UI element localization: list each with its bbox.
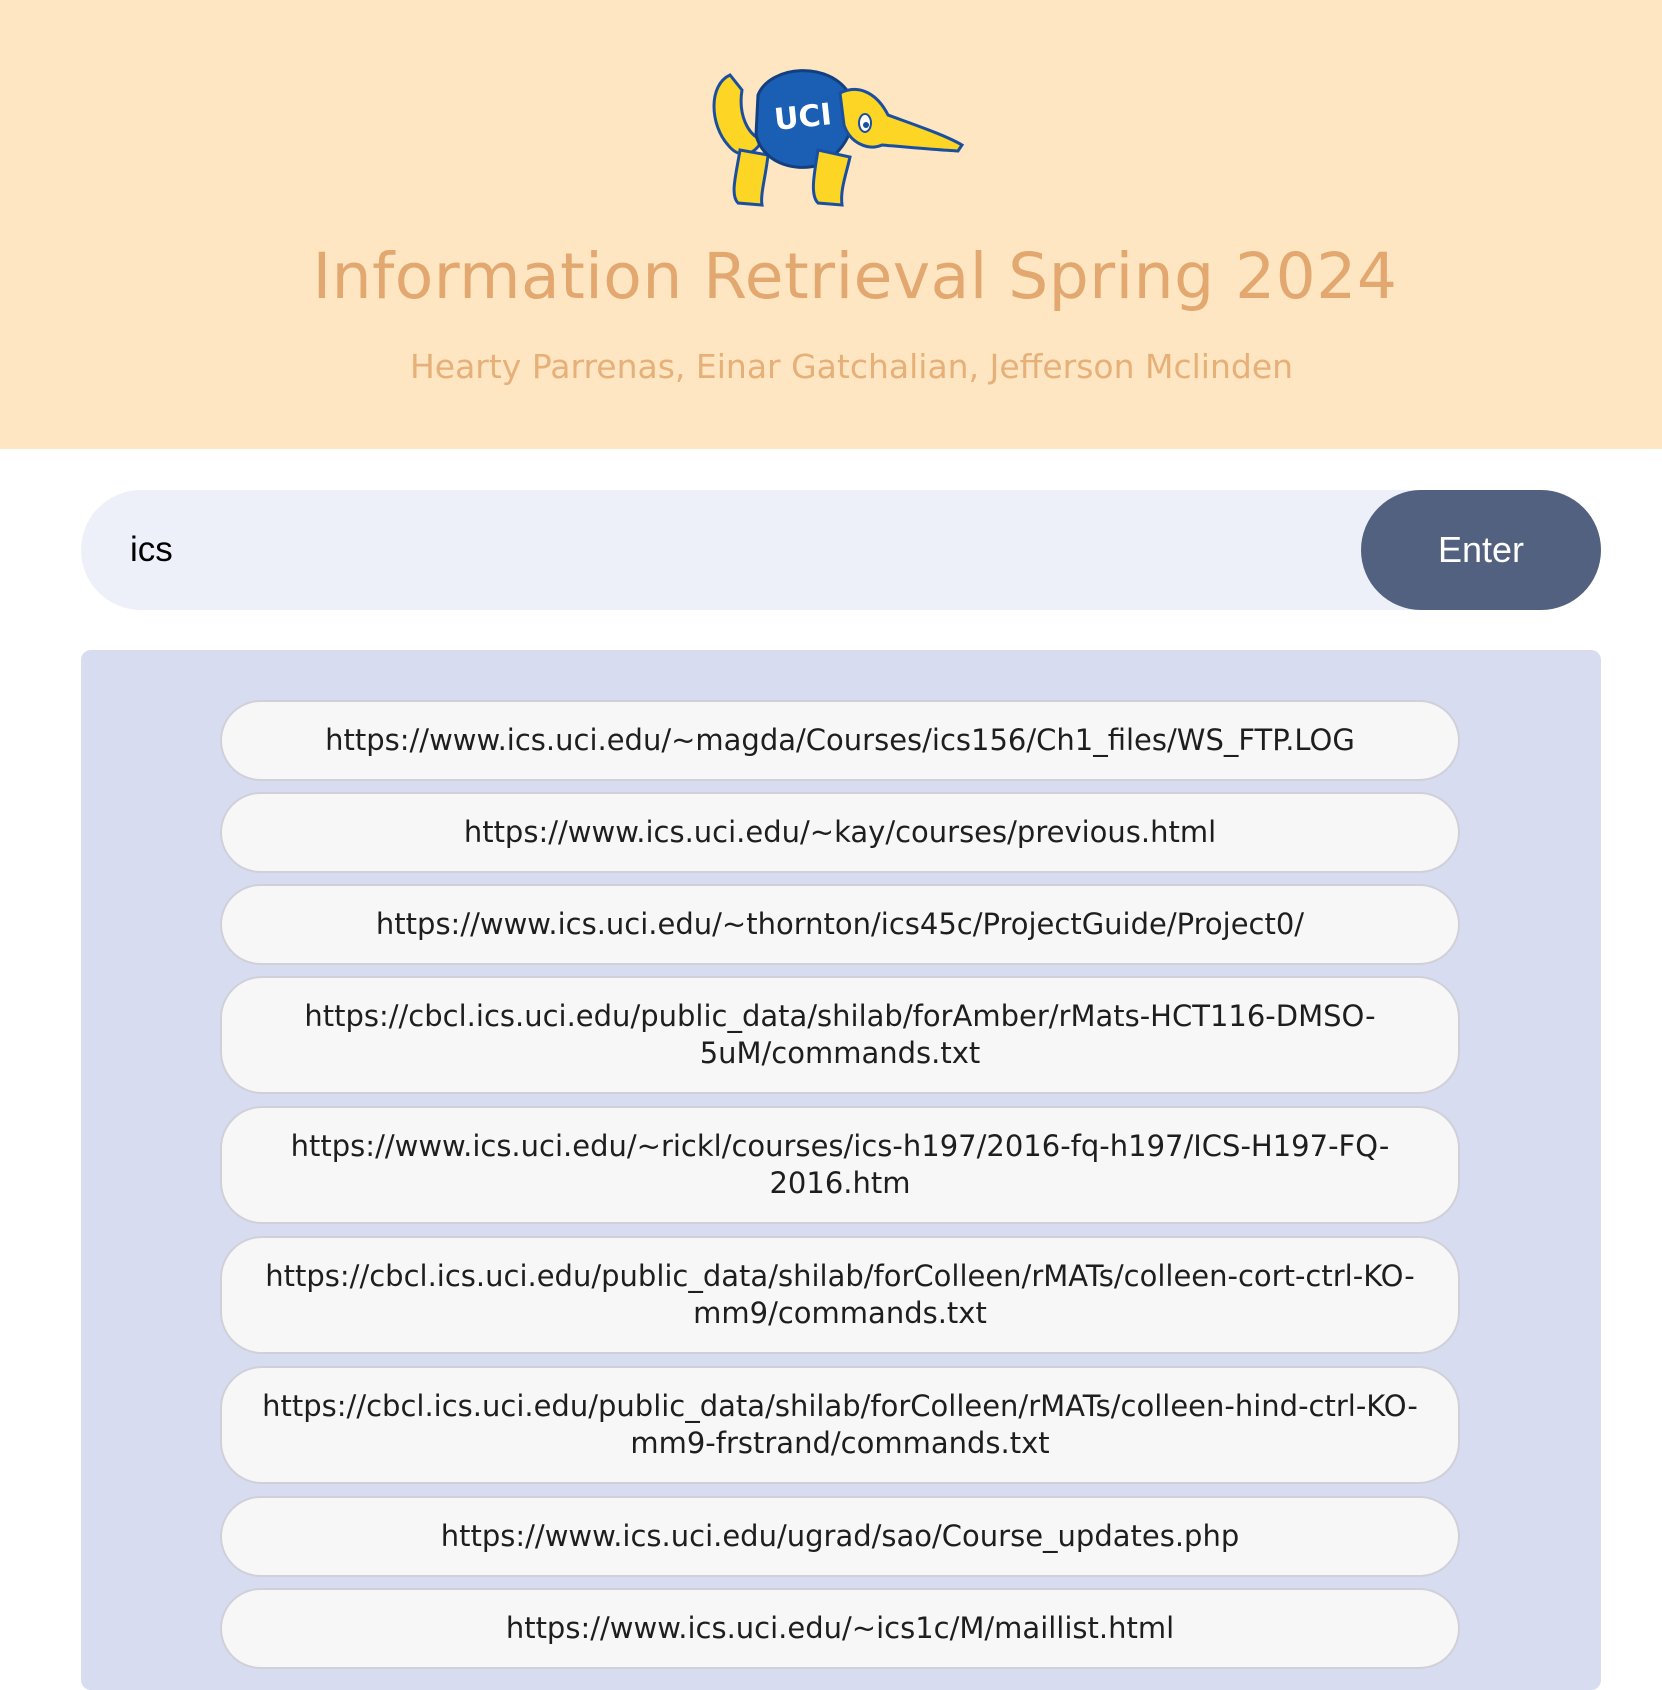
result-url: https://cbcl.ics.uci.edu/public_data/shi… [262, 1389, 1418, 1460]
result-url: https://www.ics.uci.edu/~ics1c/M/maillis… [505, 1611, 1175, 1645]
result-url: https://cbcl.ics.uci.edu/public_data/shi… [304, 999, 1376, 1070]
result-url: https://www.ics.uci.edu/~kay/courses/pre… [463, 815, 1217, 849]
authors-subtitle: Hearty Parrenas, Einar Gatchalian, Jeffe… [409, 347, 1294, 386]
result-link[interactable]: https://cbcl.ics.uci.edu/public_data/shi… [220, 1236, 1460, 1354]
result-link[interactable]: https://www.ics.uci.edu/~magda/Courses/i… [220, 700, 1460, 781]
result-url: https://cbcl.ics.uci.edu/public_data/shi… [265, 1259, 1415, 1330]
result-url: https://www.ics.uci.edu/~magda/Courses/i… [325, 723, 1355, 757]
result-url: https://www.ics.uci.edu/~rickl/courses/i… [290, 1129, 1390, 1200]
result-link[interactable]: https://www.ics.uci.edu/~rickl/courses/i… [220, 1106, 1460, 1224]
page-title: Information Retrieval Spring 2024 [312, 240, 1398, 313]
page-header: UCI Information Retrieval Spring 2024 He… [0, 0, 1662, 449]
result-url: https://www.ics.uci.edu/~thornton/ics45c… [375, 907, 1305, 941]
result-link[interactable]: https://cbcl.ics.uci.edu/public_data/shi… [220, 1366, 1460, 1484]
enter-button[interactable]: Enter [1361, 490, 1601, 610]
svg-text:UCI: UCI [773, 97, 834, 138]
result-link[interactable]: https://www.ics.uci.edu/~ics1c/M/maillis… [220, 1588, 1460, 1669]
result-link[interactable]: https://www.ics.uci.edu/ugrad/sao/Course… [220, 1496, 1460, 1577]
result-link[interactable]: https://cbcl.ics.uci.edu/public_data/shi… [220, 976, 1460, 1094]
result-url: https://www.ics.uci.edu/ugrad/sao/Course… [440, 1519, 1240, 1553]
search-input[interactable] [130, 500, 1330, 600]
result-link[interactable]: https://www.ics.uci.edu/~kay/courses/pre… [220, 792, 1460, 873]
uci-anteater-logo: UCI [712, 69, 965, 207]
result-link[interactable]: https://www.ics.uci.edu/~thornton/ics45c… [220, 884, 1460, 965]
